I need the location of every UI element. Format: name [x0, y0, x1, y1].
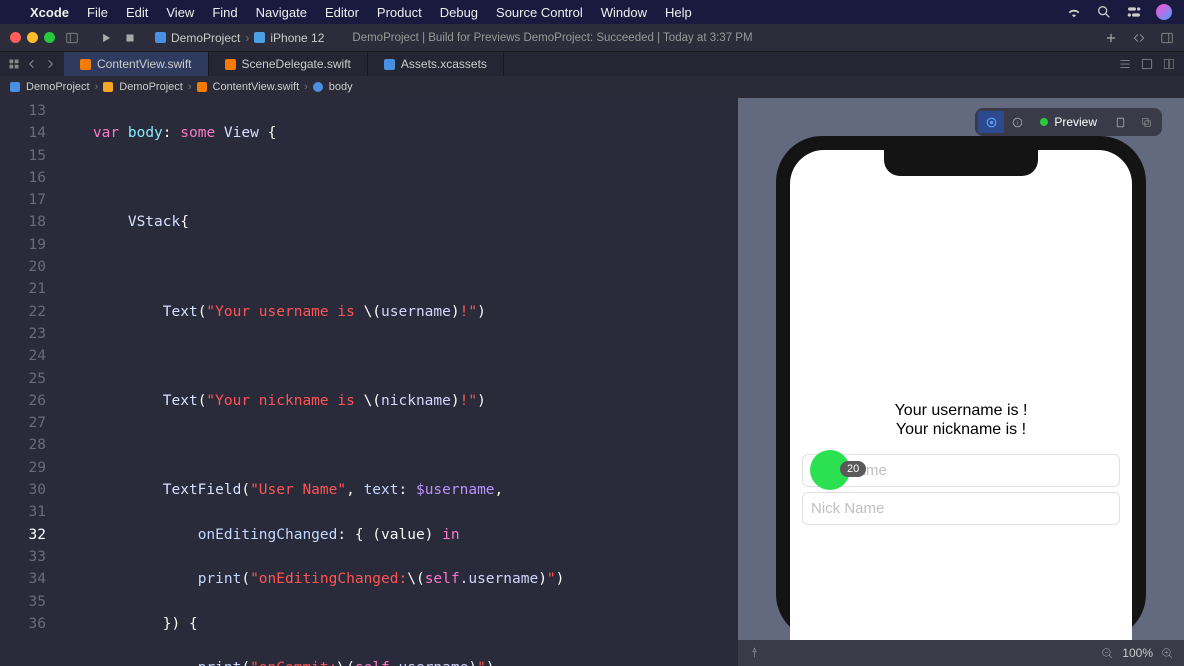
stop-button-icon[interactable]	[123, 31, 137, 45]
menu-editor[interactable]: Editor	[325, 5, 359, 20]
zoom-window-button[interactable]	[44, 32, 55, 43]
tab-assets[interactable]: Assets.xcassets	[368, 52, 504, 76]
editor-options-icon[interactable]	[1118, 57, 1132, 71]
menu-window[interactable]: Window	[601, 5, 647, 20]
activity-status: DemoProject | Build for Previews DemoPro…	[352, 32, 752, 44]
adjust-editor-icon[interactable]	[1140, 57, 1154, 71]
related-items-icon[interactable]	[8, 58, 20, 70]
preview-canvas: i Preview Your username is ! Your nickna…	[738, 98, 1184, 666]
swift-file-icon	[197, 82, 207, 92]
duplicate-preview-button[interactable]	[1133, 111, 1159, 133]
svg-text:i: i	[1017, 120, 1018, 126]
fps-badge: 20	[840, 461, 866, 477]
menu-app[interactable]: Xcode	[30, 5, 69, 20]
macos-menubar: Xcode File Edit View Find Navigate Edito…	[0, 0, 1184, 24]
folder-icon	[103, 82, 113, 92]
preview-label: Preview	[1054, 115, 1097, 129]
preview-footer: 100%	[738, 640, 1184, 666]
assets-icon	[384, 59, 395, 70]
menu-view[interactable]: View	[166, 5, 194, 20]
username-field[interactable]: 20 User Name	[802, 454, 1120, 487]
run-button-icon[interactable]	[99, 31, 113, 45]
scheme-device-label: iPhone 12	[270, 31, 324, 45]
add-icon[interactable]	[1104, 31, 1118, 45]
minimize-window-button[interactable]	[27, 32, 38, 43]
nav-back-icon[interactable]	[26, 58, 38, 70]
menu-find[interactable]: Find	[212, 5, 237, 20]
code-content[interactable]: var body: some View { VStack{ Text("Your…	[58, 98, 599, 666]
nickname-placeholder: Nick Name	[811, 500, 884, 517]
device-screen[interactable]: Your username is ! Your nickname is ! 20…	[790, 150, 1132, 640]
jump-bar[interactable]: DemoProject› DemoProject› ContentView.sw…	[0, 76, 1184, 98]
app-preview-content: Your username is ! Your nickname is ! 20…	[790, 150, 1132, 525]
nickname-field[interactable]: Nick Name	[802, 492, 1120, 525]
line-gutter: 1314151617181920212223242526272829303132…	[0, 98, 58, 666]
notch	[884, 150, 1038, 176]
bc-file[interactable]: ContentView.swift	[213, 81, 300, 93]
username-text: Your username is !	[790, 402, 1132, 420]
preview-toolbar: i Preview	[975, 108, 1162, 136]
device-icon	[254, 32, 265, 43]
main-area: 1314151617181920212223242526272829303132…	[0, 98, 1184, 666]
tab-label: Assets.xcassets	[401, 57, 487, 71]
wifi-icon[interactable]	[1066, 4, 1082, 20]
menu-source-control[interactable]: Source Control	[496, 5, 583, 20]
live-preview-button[interactable]	[978, 111, 1004, 133]
editor-tabbar: ContentView.swift SceneDelegate.swift As…	[0, 52, 1184, 76]
tab-label: ContentView.swift	[97, 57, 192, 71]
menu-debug[interactable]: Debug	[440, 5, 478, 20]
control-center-icon[interactable]	[1126, 4, 1142, 20]
menu-edit[interactable]: Edit	[126, 5, 148, 20]
project-icon	[10, 82, 20, 92]
close-window-button[interactable]	[10, 32, 21, 43]
inspector-toggle-icon[interactable]	[1160, 31, 1174, 45]
navigator-toggle-icon[interactable]	[65, 31, 79, 45]
source-editor[interactable]: 1314151617181920212223242526272829303132…	[0, 98, 738, 666]
preview-label-pill[interactable]: Preview	[1030, 112, 1107, 132]
swift-file-icon	[80, 59, 91, 70]
menu-product[interactable]: Product	[377, 5, 422, 20]
status-dot-icon	[1040, 118, 1048, 126]
menu-navigate[interactable]: Navigate	[256, 5, 307, 20]
xcode-toolbar: DemoProject › iPhone 12 DemoProject | Bu…	[0, 24, 1184, 52]
bc-folder[interactable]: DemoProject	[119, 81, 183, 93]
selectable-preview-button[interactable]: i	[1004, 111, 1030, 133]
tab-contentview[interactable]: ContentView.swift	[64, 52, 209, 76]
add-editor-icon[interactable]	[1162, 57, 1176, 71]
zoom-level[interactable]: 100%	[1122, 646, 1153, 660]
tab-scenedelegate[interactable]: SceneDelegate.swift	[209, 52, 368, 76]
app-icon	[155, 32, 166, 43]
device-settings-button[interactable]	[1107, 111, 1133, 133]
zoom-in-icon[interactable]	[1161, 647, 1174, 660]
library-icon[interactable]	[1132, 31, 1146, 45]
swift-file-icon	[225, 59, 236, 70]
bc-symbol[interactable]: body	[329, 81, 353, 93]
nav-forward-icon[interactable]	[44, 58, 56, 70]
pin-icon[interactable]	[748, 647, 761, 660]
device-frame: Your username is ! Your nickname is ! 20…	[776, 136, 1146, 640]
property-icon	[313, 82, 323, 92]
nickname-text: Your nickname is !	[790, 421, 1132, 439]
siri-icon[interactable]	[1156, 4, 1172, 20]
spotlight-icon[interactable]	[1096, 4, 1112, 20]
menu-help[interactable]: Help	[665, 5, 692, 20]
zoom-out-icon[interactable]	[1101, 647, 1114, 660]
window-controls	[10, 32, 55, 43]
scheme-project-label: DemoProject	[171, 31, 240, 45]
bc-project[interactable]: DemoProject	[26, 81, 90, 93]
menu-file[interactable]: File	[87, 5, 108, 20]
tab-label: SceneDelegate.swift	[242, 57, 351, 71]
scheme-selector[interactable]: DemoProject › iPhone 12	[155, 31, 324, 45]
